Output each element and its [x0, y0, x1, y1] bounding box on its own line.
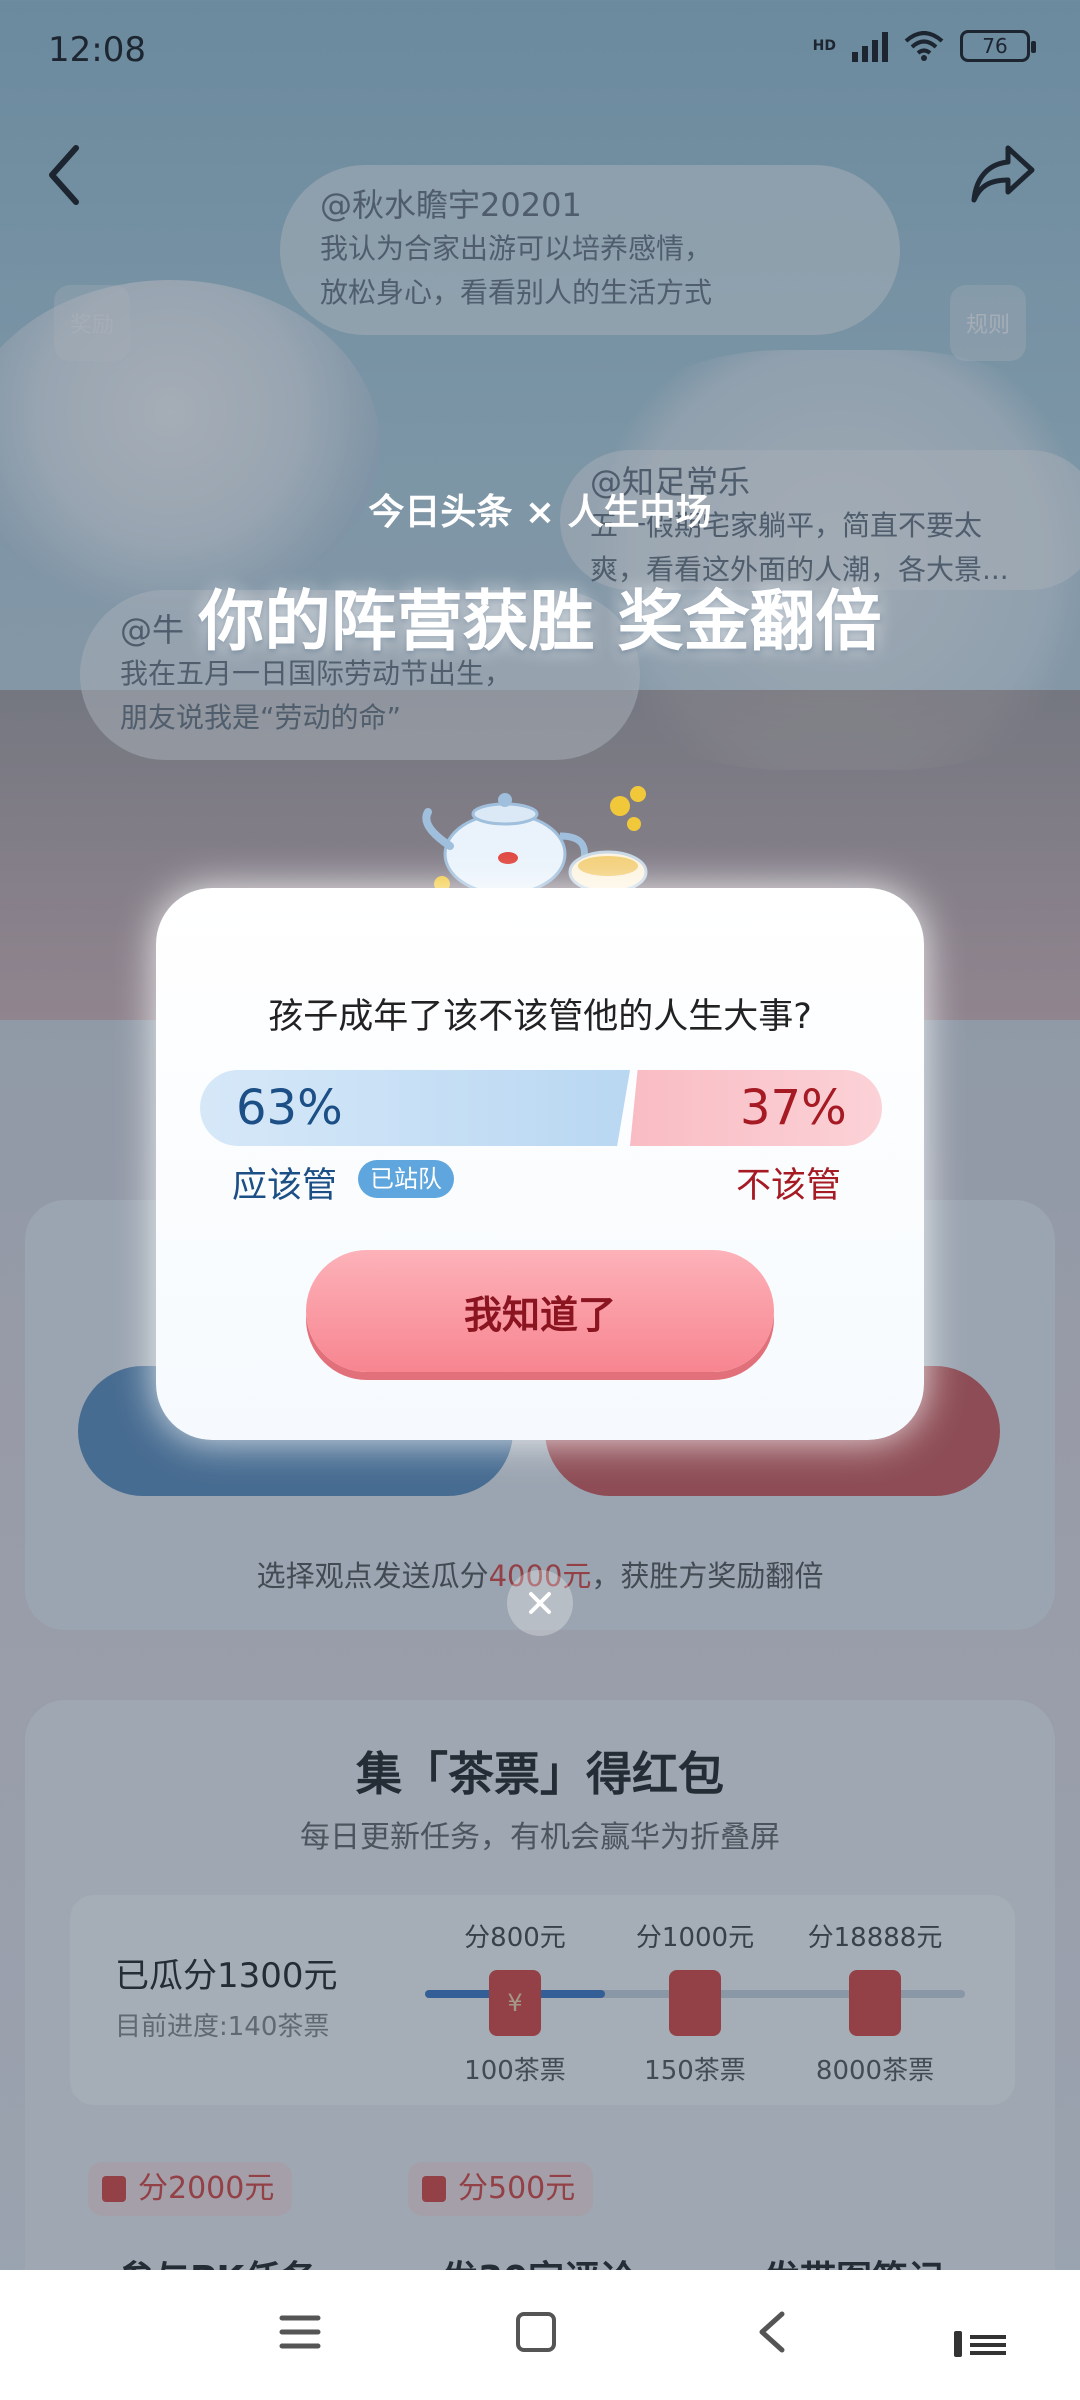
teapot-illustration	[422, 786, 648, 896]
status-time: 12:08	[48, 30, 146, 70]
network-type: HD	[812, 38, 836, 54]
close-button[interactable]	[507, 1570, 573, 1636]
question-text: 孩子成年了该不该管他的人生大事?	[268, 997, 812, 1037]
ok-button[interactable]: 我知道了	[306, 1250, 774, 1372]
close-icon	[529, 1592, 551, 1614]
win-title: 你的阵营获胜 奖金翻倍	[198, 583, 882, 660]
menu-icon[interactable]	[278, 2312, 322, 2352]
brand-title: 今日头条 × 人生中场	[368, 492, 712, 533]
battery-icon: 76	[960, 30, 1036, 62]
signal-icon	[852, 30, 888, 62]
joined-badge: 已站队	[358, 1160, 454, 1198]
right-percent: 37%	[740, 1080, 847, 1136]
wifi-icon	[904, 31, 944, 61]
right-side-label: 不该管	[736, 1166, 842, 1206]
home-icon[interactable]	[516, 2312, 556, 2352]
back-arrow-icon[interactable]	[40, 140, 90, 210]
nav-back-icon[interactable]	[752, 2308, 792, 2356]
share-icon[interactable]	[968, 142, 1038, 206]
left-percent: 63%	[236, 1080, 343, 1136]
left-side-label: 应该管	[232, 1166, 338, 1206]
floating-window-icon[interactable]	[952, 2325, 1012, 2365]
status-icons: HD 76	[812, 30, 1036, 62]
